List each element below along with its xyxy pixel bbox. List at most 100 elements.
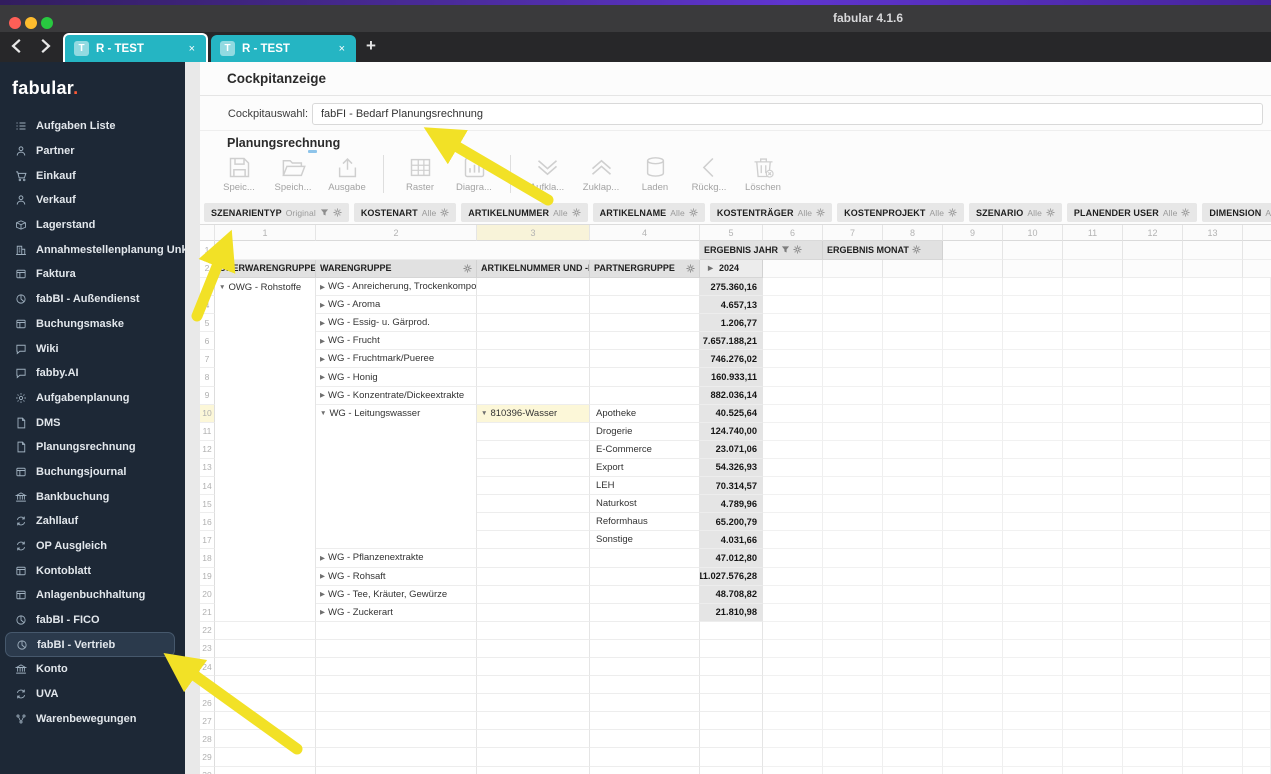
sidebar-item-op-ausgleich[interactable]: OP Ausgleich (0, 534, 185, 559)
row-number[interactable]: 23 (200, 639, 215, 658)
filter-chip-planender-user[interactable]: PLANENDER USER Alle (1066, 203, 1198, 222)
row-number[interactable]: 21 (200, 603, 215, 622)
expand-icon[interactable]: ▶ (320, 391, 325, 399)
cell-artikelnummer[interactable]: ▼ 810396-Wasser (477, 404, 590, 423)
cell-artikelnummer[interactable] (477, 513, 590, 532)
r-ckg-button[interactable]: Rückg... (682, 152, 736, 193)
window-controls[interactable] (9, 17, 53, 29)
cell-ergebnis-2024[interactable]: 275.360,16 (700, 278, 763, 297)
cell-partnergruppe[interactable] (590, 368, 700, 387)
ausgabe-button[interactable]: Ausgabe (320, 152, 374, 193)
cockpitauswahl-field[interactable] (312, 103, 1263, 125)
cell-partnergruppe[interactable]: Naturkost (590, 495, 700, 514)
cell-oberwarengruppe[interactable] (215, 766, 316, 774)
row-number[interactable]: 2 (200, 259, 215, 278)
cell-artikelnummer[interactable] (477, 386, 590, 405)
speic-button[interactable]: Speic... (212, 152, 266, 193)
cell-warengruppe[interactable] (316, 766, 477, 774)
cell-partnergruppe[interactable] (590, 549, 700, 568)
sidebar-item-bankbuchung[interactable]: Bankbuchung (0, 484, 185, 509)
cell-warengruppe[interactable] (316, 694, 477, 713)
cell-ergebnis-2024[interactable]: 4.657,13 (700, 296, 763, 315)
cell-oberwarengruppe[interactable] (215, 621, 316, 640)
cell-artikelnummer[interactable] (477, 712, 590, 731)
sidebar-item-aufgaben-liste[interactable]: Aufgaben Liste (0, 114, 185, 139)
tab-close-icon[interactable]: × (339, 43, 345, 55)
cell-partnergruppe[interactable] (590, 748, 700, 767)
row-number[interactable]: 7 (200, 350, 215, 369)
cell-partnergruppe[interactable]: E-Commerce (590, 440, 700, 459)
cell-artikelnummer[interactable] (477, 657, 590, 677)
row-number[interactable]: 3 (200, 278, 215, 297)
sidebar-item-partner[interactable]: Partner (0, 139, 185, 164)
diagra-button[interactable]: Diagra... (447, 152, 501, 193)
cell-warengruppe[interactable]: ▶ WG - Konzentrate/Dickeextrakte (316, 386, 477, 405)
cell-artikelnummer[interactable] (477, 676, 590, 695)
cell-oberwarengruppe[interactable] (215, 567, 316, 586)
cell-ergebnis-2024[interactable] (700, 694, 763, 713)
cell-warengruppe[interactable]: ▶WG - Anreicherung, Trockenkomponenten (316, 278, 477, 297)
cell-partnergruppe[interactable]: Drogerie (590, 422, 700, 441)
cell-artikelnummer[interactable] (477, 639, 590, 658)
cell-artikelnummer[interactable] (477, 332, 590, 351)
cell-artikelnummer[interactable] (477, 314, 590, 333)
cell-ergebnis-2024[interactable]: 882.036,14 (700, 386, 763, 405)
cell-oberwarengruppe[interactable] (215, 603, 316, 622)
row-number[interactable]: 27 (200, 712, 215, 731)
cell-artikelnummer[interactable] (477, 585, 590, 604)
cell-ergebnis-2024[interactable]: 160.933,11 (700, 368, 763, 387)
cell-partnergruppe[interactable] (590, 676, 700, 695)
cell-artikelnummer[interactable] (477, 621, 590, 640)
cell-ergebnis-2024[interactable]: 54.326,93 (700, 458, 763, 478)
cell-ergebnis-2024[interactable] (700, 712, 763, 731)
row-number[interactable]: 20 (200, 585, 215, 604)
cell-warengruppe[interactable] (316, 531, 477, 550)
cell-warengruppe[interactable]: ▶ WG - Aroma (316, 296, 477, 315)
cell-artikelnummer[interactable] (477, 495, 590, 514)
cell-partnergruppe[interactable] (590, 278, 700, 297)
row-number[interactable]: 9 (200, 386, 215, 405)
cell-warengruppe[interactable] (316, 712, 477, 731)
filter-chip-artikelnummer[interactable]: ARTIKELNUMMER Alle (461, 203, 588, 222)
tab-r-test[interactable]: T R - TEST × (211, 35, 356, 62)
cell-warengruppe[interactable] (316, 639, 477, 658)
cell-warengruppe[interactable]: ▶ WG - Tee, Kräuter, Gewürze (316, 585, 477, 604)
sidebar-item-verkauf[interactable]: Verkauf (0, 188, 185, 213)
cell-ergebnis-2024[interactable]: 48.708,82 (700, 585, 763, 604)
artikelnummer-header[interactable]: ARTIKELNUMMER UND -NAME (477, 259, 590, 278)
row-number[interactable]: 26 (200, 694, 215, 713)
cell-artikelnummer[interactable] (477, 422, 590, 441)
tab-r-test[interactable]: T R - TEST × (63, 33, 208, 62)
cell-oberwarengruppe[interactable] (215, 477, 316, 496)
row-number[interactable]: 25 (200, 676, 215, 695)
tab-close-icon[interactable]: × (189, 43, 195, 55)
cell-oberwarengruppe[interactable] (215, 332, 316, 351)
cell-oberwarengruppe[interactable] (215, 657, 316, 677)
row-number[interactable]: 13 (200, 458, 215, 478)
column-number[interactable]: 8 (883, 225, 943, 241)
collapse-icon[interactable]: ▼ (320, 410, 326, 417)
cell-artikelnummer[interactable] (477, 350, 590, 369)
cell-artikelnummer[interactable] (477, 748, 590, 767)
cell-artikelnummer[interactable] (477, 458, 590, 478)
cell-partnergruppe[interactable] (590, 567, 700, 586)
sidebar-item-anlagenbuchhaltung[interactable]: Anlagenbuchhaltung (0, 583, 185, 608)
zuklap-button[interactable]: Zuklap... (574, 152, 628, 193)
cell-ergebnis-2024[interactable]: 40.525,64 (700, 404, 763, 423)
cell-artikelnummer[interactable] (477, 278, 590, 297)
expand-icon[interactable]: ▶ (320, 337, 325, 345)
forward-icon[interactable] (36, 37, 54, 55)
cell-warengruppe[interactable] (316, 495, 477, 514)
cell-partnergruppe[interactable]: Sonstige (590, 531, 700, 550)
back-icon[interactable] (8, 37, 26, 55)
cell-oberwarengruppe[interactable] (215, 585, 316, 604)
expand-icon[interactable]: ▶ (320, 608, 325, 616)
cell-warengruppe[interactable]: ▶ WG - Essig- u. Gärprod. (316, 314, 477, 333)
cell-artikelnummer[interactable] (477, 296, 590, 315)
cell-oberwarengruppe[interactable] (215, 748, 316, 767)
cell-warengruppe[interactable] (316, 513, 477, 532)
cell-partnergruppe[interactable] (590, 603, 700, 622)
row-number[interactable]: 30 (200, 766, 215, 774)
column-number[interactable]: 12 (1123, 225, 1183, 241)
cell-artikelnummer[interactable] (477, 694, 590, 713)
